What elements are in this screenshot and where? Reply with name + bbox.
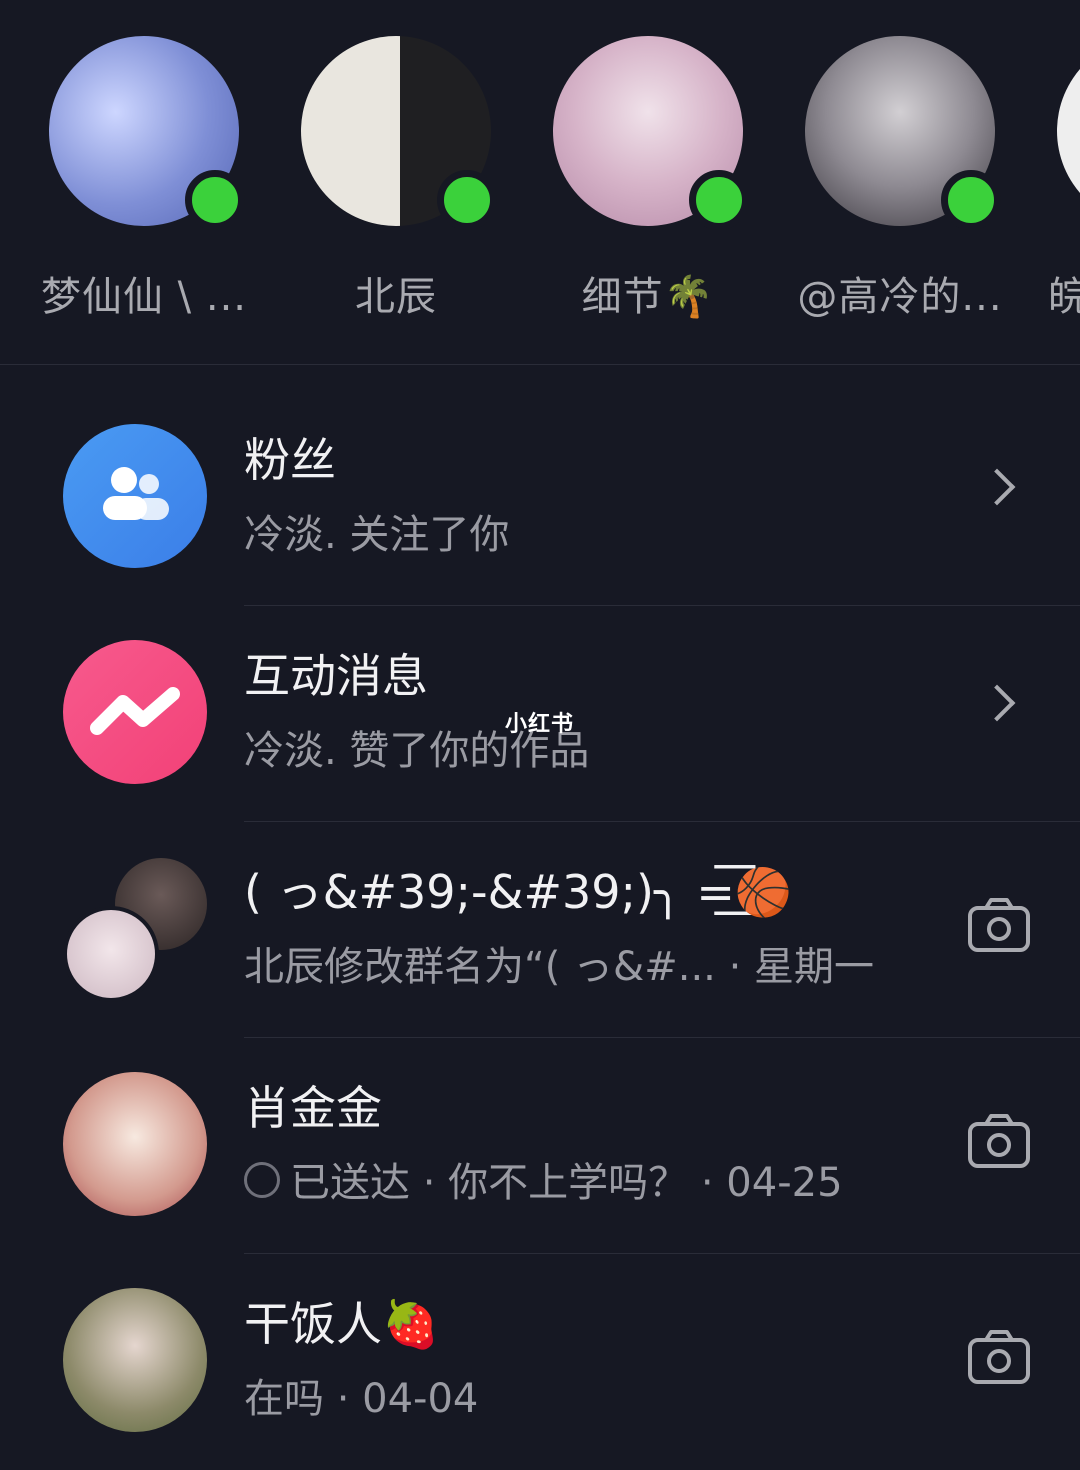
friend-name: 梦仙仙 \ ...: [40, 274, 248, 320]
avatar[interactable]: [805, 36, 1001, 230]
divider: [0, 364, 1080, 365]
group-avatar: [63, 858, 213, 1008]
online-indicator: [689, 170, 749, 230]
chat-preview: 已送达 · 你不上学吗？ · 04-25: [244, 1150, 843, 1208]
camera-icon[interactable]: [968, 898, 1030, 952]
fans-row[interactable]: 粉丝 冷淡. 关注了你: [0, 390, 1080, 606]
avatar[interactable]: [553, 36, 749, 230]
friend-name: @高冷的...: [797, 274, 1003, 320]
camera-icon[interactable]: [968, 1114, 1030, 1168]
row-subtitle: 冷淡. 关注了你: [244, 512, 510, 558]
chat-title: 干饭人🍓: [244, 1297, 440, 1351]
chat-preview: 在吗 · 04-04: [244, 1376, 479, 1422]
friend-item[interactable]: 北辰: [270, 36, 522, 322]
friend-name: 北辰: [355, 274, 437, 320]
camera-icon[interactable]: [968, 1330, 1030, 1384]
chevron-right-icon: [978, 684, 1016, 722]
people-icon: [63, 424, 207, 568]
chat-title: 肖金金: [244, 1081, 382, 1135]
friends-strip: 梦仙仙 \ ... 北辰 细节🌴 @高冷的... 皖: [0, 0, 1080, 364]
chat-row[interactable]: ( っ&#39;-&#39;)╮ =͟͟͞͞🏀 北辰修改群名为“( っ&#...…: [0, 822, 1080, 1038]
online-indicator: [185, 170, 245, 230]
chat-row[interactable]: 干饭人🍓 在吗 · 04-04: [0, 1254, 1080, 1470]
watermark: 小红书: [505, 712, 575, 737]
friend-name: 皖: [1048, 274, 1080, 320]
row-title: 粉丝: [244, 433, 336, 487]
friend-item[interactable]: @高冷的...: [774, 36, 1026, 322]
online-indicator: [941, 170, 1001, 230]
avatar: [63, 1072, 207, 1216]
avatar: [63, 1288, 207, 1432]
friend-item[interactable]: 梦仙仙 \ ...: [18, 36, 270, 322]
sent-status: 已送达: [290, 1160, 410, 1206]
chat-preview: 北辰修改群名为“( っ&#... · 星期一: [244, 944, 875, 990]
friend-name: 细节🌴: [581, 274, 715, 320]
avatar[interactable]: [49, 36, 245, 230]
sent-status-icon: [244, 1162, 280, 1198]
chat-preview-text: · 你不上学吗？ · 04-25: [422, 1160, 843, 1206]
online-indicator: [437, 170, 497, 230]
chat-title: ( っ&#39;-&#39;)╮ =͟͟͞͞🏀: [244, 865, 793, 919]
friend-item[interactable]: 皖: [1026, 36, 1080, 322]
chevron-right-icon: [978, 468, 1016, 506]
avatar[interactable]: [1057, 36, 1080, 226]
friend-item[interactable]: 细节🌴: [522, 36, 774, 322]
row-title: 互动消息: [244, 649, 428, 703]
avatar[interactable]: [301, 36, 497, 230]
chat-row[interactable]: 肖金金 已送达 · 你不上学吗？ · 04-25: [0, 1038, 1080, 1254]
zigzag-icon: [63, 640, 207, 784]
